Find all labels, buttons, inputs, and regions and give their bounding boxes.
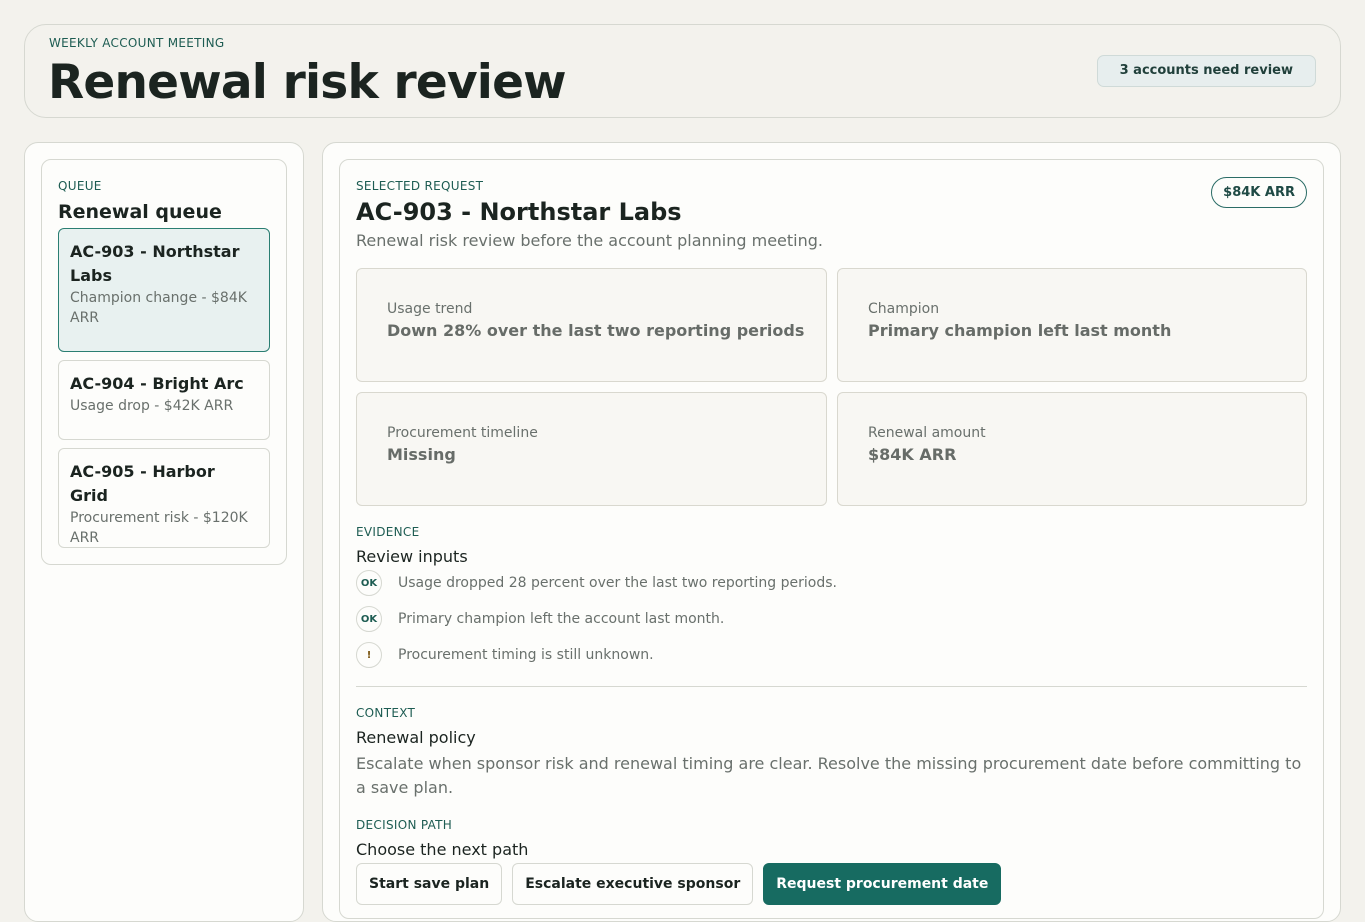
decision-actions: Start save plan Escalate executive spons… [356,863,1002,905]
metric-label: Champion [868,301,940,317]
queue-item-ac-904[interactable]: AC-904 - Bright Arc Usage drop - $42K AR… [58,360,270,440]
evidence-item: ! Procurement timing is still unknown. [356,642,654,668]
queue-item-title: AC-904 - Bright Arc [70,374,244,393]
evidence-text: Usage dropped 28 percent over the last t… [398,575,837,591]
detail-card: SELECTED REQUEST AC-903 - Northstar Labs… [339,159,1324,919]
queue-item-subtitle: Champion change - $84K ARR [70,290,247,326]
queue-item-ac-903[interactable]: AC-903 - Northstar Labs Champion change … [58,228,270,352]
review-count-badge: 3 accounts need review [1096,55,1316,87]
warning-badge-icon: ! [356,642,382,668]
evidence-item: OK Usage dropped 28 percent over the las… [356,570,837,596]
request-procurement-date-button[interactable]: Request procurement date [763,863,1002,905]
escalate-executive-sponsor-button[interactable]: Escalate executive sponsor [512,863,754,905]
metric-label: Procurement timeline [387,425,538,441]
queue-item-subtitle: Procurement risk - $120K ARR [70,510,248,546]
evidence-item: OK Primary champion left the account las… [356,606,724,632]
metric-value: Primary champion left last month [868,321,1172,340]
page-title: Renewal risk review [48,55,567,110]
context-title: Renewal policy [356,728,476,747]
queue-item-ac-905[interactable]: AC-905 - Harbor Grid Procurement risk - … [58,448,270,548]
decision-title: Choose the next path [356,840,529,859]
queue-panel: QUEUE Renewal queue AC-903 - Northstar L… [24,142,304,922]
start-save-plan-button[interactable]: Start save plan [356,863,503,905]
metric-renewal-amount: Renewal amount $84K ARR [837,392,1307,506]
metric-label: Usage trend [387,301,473,317]
page-header: WEEKLY ACCOUNT MEETING Renewal risk revi… [24,24,1341,118]
metric-value: $84K ARR [868,445,957,464]
queue-item-subtitle: Usage drop - $42K ARR [70,398,234,414]
queue-eyebrow: QUEUE [58,179,102,193]
metric-champion: Champion Primary champion left last mont… [837,268,1307,382]
arr-badge: $84K ARR [1211,177,1307,208]
check-badge-icon: OK [356,570,382,596]
metric-label: Renewal amount [868,425,986,441]
evidence-eyebrow: EVIDENCE [356,525,420,539]
metric-usage-trend: Usage trend Down 28% over the last two r… [356,268,827,382]
metric-value: Missing [387,445,456,464]
queue-item-title: AC-903 - Northstar Labs [70,242,240,285]
evidence-text: Procurement timing is still unknown. [398,647,654,663]
queue-item-title: AC-905 - Harbor Grid [70,462,215,505]
detail-eyebrow: SELECTED REQUEST [356,179,484,193]
evidence-title: Review inputs [356,547,468,566]
detail-description: Renewal risk review before the account p… [356,231,823,250]
header-eyebrow: WEEKLY ACCOUNT MEETING [49,36,225,50]
detail-panel: SELECTED REQUEST AC-903 - Northstar Labs… [322,142,1341,922]
queue-card: QUEUE Renewal queue AC-903 - Northstar L… [41,159,287,565]
queue-title: Renewal queue [58,201,222,223]
context-text: Escalate when sponsor risk and renewal t… [356,754,1302,797]
detail-title: AC-903 - Northstar Labs [356,198,682,226]
section-divider [356,686,1307,687]
metric-procurement-timeline: Procurement timeline Missing [356,392,827,506]
check-badge-icon: OK [356,606,382,632]
decision-eyebrow: DECISION PATH [356,818,453,832]
evidence-text: Primary champion left the account last m… [398,611,725,627]
metric-value: Down 28% over the last two reporting per… [387,321,805,340]
context-eyebrow: CONTEXT [356,706,416,720]
